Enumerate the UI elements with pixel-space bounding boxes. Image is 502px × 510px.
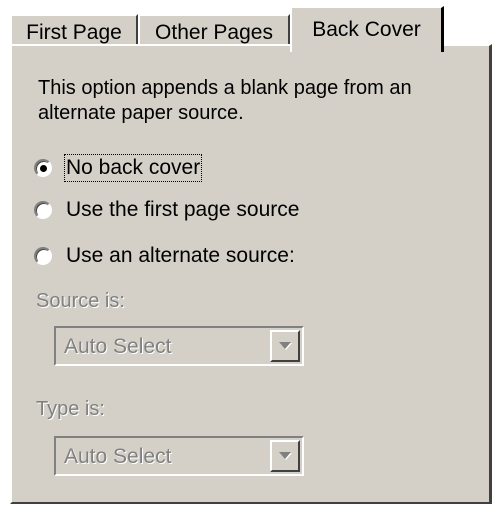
- type-value: Auto Select: [64, 445, 172, 468]
- radio-label: Use the first page source: [66, 198, 300, 221]
- radio-no-back-cover[interactable]: No back cover: [34, 154, 203, 182]
- tab-back-cover[interactable]: Back Cover: [290, 6, 444, 52]
- radio-label: No back cover: [63, 154, 203, 182]
- tab-panel: This option appends a blank page from an…: [10, 44, 492, 504]
- type-dropdown[interactable]: Auto Select: [54, 436, 304, 476]
- type-dropdown-button[interactable]: [270, 440, 300, 472]
- tab-label: Other Pages: [155, 21, 273, 44]
- back-cover-dialog: First Page Other Pages Back Cover This o…: [0, 0, 502, 510]
- radio-button[interactable]: [34, 247, 52, 265]
- tab-label: Back Cover: [312, 18, 421, 41]
- radio-label: Use an alternate source:: [66, 244, 295, 267]
- tab-label: First Page: [26, 21, 122, 44]
- radio-button[interactable]: [34, 159, 52, 177]
- source-value: Auto Select: [64, 335, 172, 358]
- source-dropdown-button[interactable]: [270, 330, 300, 362]
- description-text: This option appends a blank page from an…: [38, 77, 412, 124]
- chevron-down-icon: [279, 342, 292, 350]
- radio-selected-dot: [40, 165, 47, 172]
- source-dropdown[interactable]: Auto Select: [54, 326, 304, 366]
- source-label: Source is:: [36, 290, 125, 312]
- radio-button[interactable]: [34, 201, 52, 219]
- radio-first-page-source[interactable]: Use the first page source: [34, 198, 299, 222]
- radio-alternate-source[interactable]: Use an alternate source:: [34, 244, 295, 268]
- type-label: Type is:: [36, 398, 105, 420]
- chevron-down-icon: [279, 452, 292, 460]
